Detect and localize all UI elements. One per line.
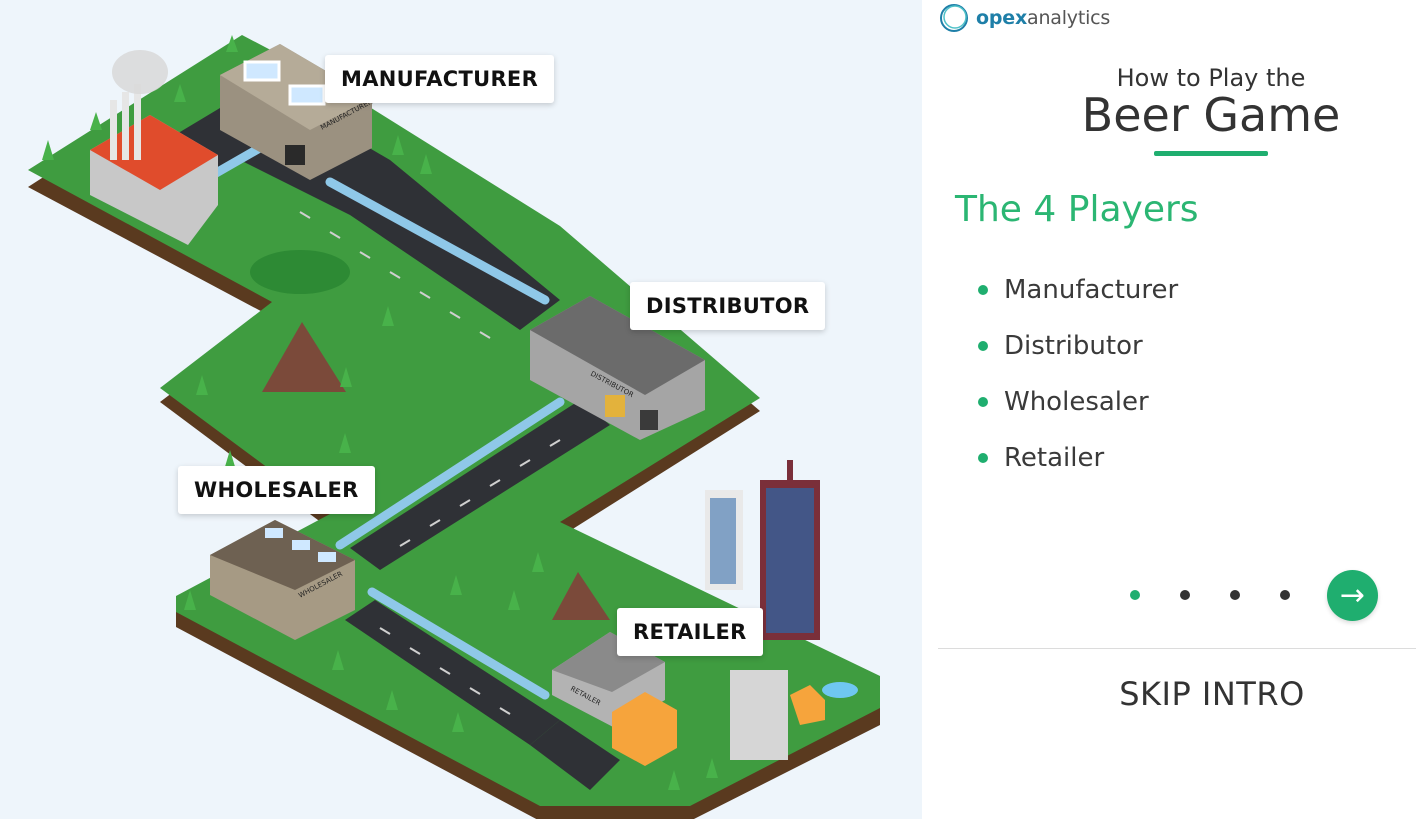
bullet-icon	[978, 341, 988, 351]
map-illustration: MANUFACTURER DISTRIBUTOR WHOLESALER RETA…	[28, 35, 880, 819]
page-title: Beer Game	[1081, 88, 1341, 142]
list-item: Distributor	[978, 318, 1178, 374]
next-button[interactable]: →	[1327, 570, 1378, 621]
bullet-icon	[978, 285, 988, 295]
intro-panel: opexanalytics How to Play the Beer Game …	[922, 0, 1416, 819]
bullet-icon	[978, 397, 988, 407]
pager-dot-3[interactable]	[1230, 590, 1240, 600]
pager-dot-2[interactable]	[1180, 590, 1190, 600]
divider	[938, 648, 1416, 649]
list-item: Wholesaler	[978, 374, 1178, 430]
wholesaler-map-label: WHOLESALER	[178, 466, 375, 514]
list-item: Manufacturer	[978, 262, 1178, 318]
players-heading: The 4 Players	[955, 189, 1199, 230]
player-label: Wholesaler	[1004, 387, 1149, 417]
player-label: Retailer	[1004, 443, 1105, 473]
distributor-map-label: DISTRIBUTOR	[630, 282, 826, 330]
manufacturer-map-label: MANUFACTURER	[325, 55, 555, 103]
supply-chain-map: MANUFACTURER DISTRIBUTOR WHOLESALER RETA…	[0, 0, 922, 819]
hill	[250, 250, 350, 294]
arrow-right-icon: →	[1339, 578, 1366, 613]
list-item: Retailer	[978, 430, 1178, 486]
logo-text: opexanalytics	[976, 7, 1110, 29]
logo-brand-bold: opex	[976, 7, 1027, 29]
pager-dot-1[interactable]	[1130, 590, 1140, 600]
title-underline	[1154, 151, 1268, 156]
pager-dot-4[interactable]	[1280, 590, 1290, 600]
bullet-icon	[978, 453, 988, 463]
skip-intro-button[interactable]: SKIP INTRO	[1092, 670, 1332, 718]
slide-pager	[1130, 588, 1330, 602]
logo-ring-icon	[940, 4, 968, 32]
logo-brand-rest: analytics	[1027, 7, 1111, 29]
opex-analytics-logo: opexanalytics	[938, 2, 1110, 34]
retailer-map-label: RETAILER	[617, 608, 763, 656]
player-label: Manufacturer	[1004, 275, 1179, 305]
player-label: Distributor	[1004, 331, 1143, 361]
players-list: Manufacturer Distributor Wholesaler Reta…	[978, 262, 1178, 486]
